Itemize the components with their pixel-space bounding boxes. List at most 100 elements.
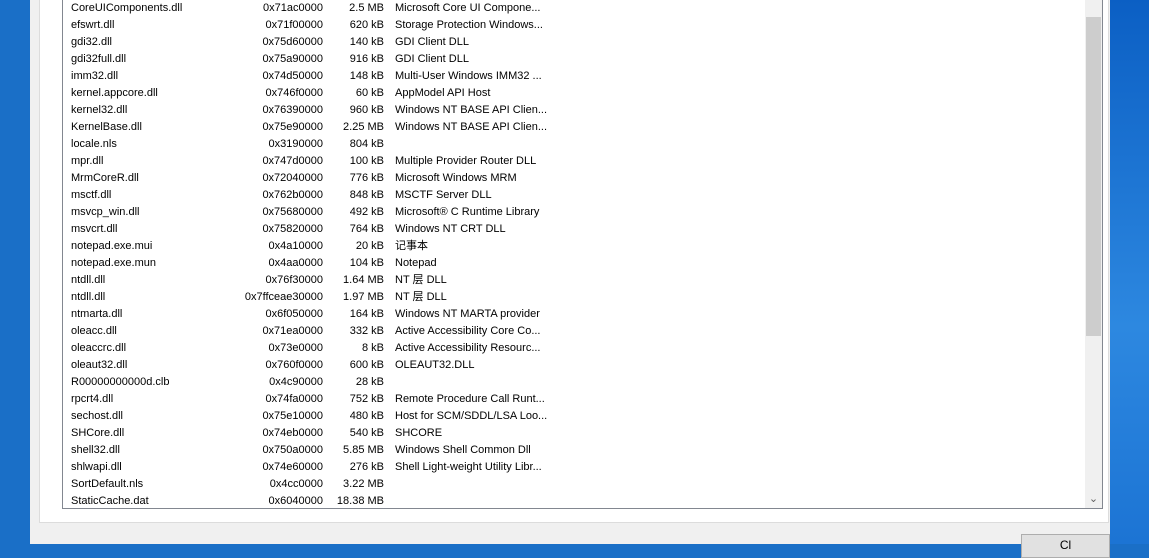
module-description: Windows NT BASE API Clien... (395, 104, 548, 116)
module-size: 140 kB (349, 36, 384, 48)
module-description: OLEAUT32.DLL (395, 359, 475, 371)
module-size: 1.64 MB (343, 274, 384, 286)
module-row[interactable]: msctf.dll 0x762b0000 848 kB MSCTF Server DL… (63, 187, 1085, 204)
module-base-address: 0x74e60000 (262, 461, 323, 473)
module-base-address: 0x4a10000 (268, 240, 323, 252)
module-base-address: 0x760f0000 (265, 359, 324, 371)
module-description: AppModel API Host (395, 87, 491, 99)
module-row[interactable]: rpcrt4.dll 0x74fa0000 752 kB Remote Procedu… (63, 391, 1085, 408)
module-description: MSCTF Server DLL (395, 189, 492, 201)
module-row[interactable]: imm32.dll 0x74d50000 148 kB Multi-User Wind… (63, 68, 1085, 85)
module-name: MrmCoreR.dll (71, 172, 139, 184)
module-size: 60 kB (355, 87, 384, 99)
module-row[interactable]: sechost.dll 0x75e10000 480 kB Host for SCM/… (63, 408, 1085, 425)
module-size: 600 kB (349, 359, 384, 371)
module-size: 3.22 MB (343, 478, 384, 490)
modules-window: CoreUIComponents.dll 0x71ac0000 2.5 MB Micr… (30, 0, 1110, 558)
module-row[interactable]: KernelBase.dll 0x75e90000 2.25 MB Windows N… (63, 119, 1085, 136)
module-description: Multiple Provider Router DLL (395, 155, 537, 167)
module-name: notepad.exe.mui (71, 240, 153, 252)
module-base-address: 0x6f050000 (265, 308, 324, 320)
module-row[interactable]: SortDefault.nls 0x4cc0000 3.22 MB (63, 476, 1085, 493)
module-row[interactable]: gdi32full.dll 0x75a90000 916 kB GDI Client … (63, 51, 1085, 68)
module-description: Microsoft Windows MRM (395, 172, 517, 184)
module-size: 20 kB (355, 240, 384, 252)
module-description: Active Accessibility Core Co... (395, 325, 541, 337)
module-description: Notepad (395, 257, 437, 269)
module-row[interactable]: ntmarta.dll 0x6f050000 164 kB Windows NT MA… (63, 306, 1085, 323)
modules-rows: CoreUIComponents.dll 0x71ac0000 2.5 MB Micr… (63, 0, 1085, 508)
module-size: 752 kB (349, 393, 384, 405)
module-size: 916 kB (349, 53, 384, 65)
module-size: 18.38 MB (336, 495, 384, 507)
module-base-address: 0x6040000 (268, 495, 323, 507)
module-row[interactable]: gdi32.dll 0x75d60000 140 kB GDI Client DLL (63, 34, 1085, 51)
modules-list[interactable]: CoreUIComponents.dll 0x71ac0000 2.5 MB Micr… (62, 0, 1103, 509)
module-description: Shell Light-weight Utility Libr... (395, 461, 542, 473)
module-size: 5.85 MB (343, 444, 384, 456)
module-row[interactable]: notepad.exe.mui 0x4a10000 20 kB 记事本 (63, 238, 1085, 255)
module-row[interactable]: R00000000000d.clb 0x4c90000 28 kB (63, 374, 1085, 391)
module-row[interactable]: locale.nls 0x3190000 804 kB (63, 136, 1085, 153)
module-description: Windows NT MARTA provider (395, 308, 540, 320)
module-base-address: 0x7ffceae30000 (244, 291, 323, 303)
module-row[interactable]: oleacc.dll 0x71ea0000 332 kB Active Accessi… (63, 323, 1085, 340)
module-name: SortDefault.nls (71, 478, 144, 490)
module-base-address: 0x75a90000 (262, 53, 323, 65)
module-description: Windows Shell Common Dll (395, 444, 531, 456)
module-size: 332 kB (349, 325, 384, 337)
module-row[interactable]: efswrt.dll 0x71f00000 620 kB Storage Protec… (63, 17, 1085, 34)
scrollbar-thumb[interactable] (1086, 17, 1101, 336)
module-name: notepad.exe.mun (71, 257, 157, 269)
module-base-address: 0x75820000 (262, 223, 323, 235)
module-base-address: 0x76f30000 (265, 274, 324, 286)
module-name: imm32.dll (71, 70, 119, 82)
module-row[interactable]: kernel32.dll 0x76390000 960 kB Windows NT B… (63, 102, 1085, 119)
module-row[interactable]: StaticCache.dat 0x6040000 18.38 MB (63, 493, 1085, 508)
module-name: efswrt.dll (71, 19, 115, 31)
module-name: kernel32.dll (71, 104, 128, 116)
module-row[interactable]: msvcp_win.dll 0x75680000 492 kB Microsoft® … (63, 204, 1085, 221)
module-base-address: 0x75e10000 (262, 410, 323, 422)
module-base-address: 0x71ea0000 (262, 325, 323, 337)
close-button[interactable]: Cl (1021, 534, 1110, 558)
module-base-address: 0x4cc0000 (269, 478, 323, 490)
module-size: 764 kB (349, 223, 384, 235)
module-row[interactable]: oleaut32.dll 0x760f0000 600 kB OLEAUT32.DLL (63, 357, 1085, 374)
module-name: StaticCache.dat (71, 495, 149, 507)
module-name: R00000000000d.clb (71, 376, 170, 388)
module-base-address: 0x747d0000 (262, 155, 323, 167)
module-base-address: 0x74eb0000 (262, 427, 323, 439)
module-name: KernelBase.dll (71, 121, 142, 133)
module-base-address: 0x72040000 (262, 172, 323, 184)
module-description: SHCORE (395, 427, 443, 439)
module-row[interactable]: SHCore.dll 0x74eb0000 540 kB SHCORE (63, 425, 1085, 442)
module-base-address: 0x74fa0000 (265, 393, 324, 405)
module-row[interactable]: mpr.dll 0x747d0000 100 kB Multiple Provider… (63, 153, 1085, 170)
module-name: shlwapi.dll (71, 461, 122, 473)
module-base-address: 0x4c90000 (269, 376, 323, 388)
scroll-down-icon[interactable]: ⌄ (1085, 491, 1102, 508)
module-description: Microsoft Core UI Compone... (395, 2, 541, 14)
modules-panel: CoreUIComponents.dll 0x71ac0000 2.5 MB Micr… (39, 0, 1109, 523)
module-row[interactable]: msvcrt.dll 0x75820000 764 kB Windows NT CRT… (63, 221, 1085, 238)
vertical-scrollbar[interactable]: ⌄ (1085, 0, 1102, 508)
module-row[interactable]: ntdll.dll 0x76f30000 1.64 MB NT 层 DLL (63, 272, 1085, 289)
module-row[interactable]: shell32.dll 0x750a0000 5.85 MB Windows Shel… (63, 442, 1085, 459)
module-name: shell32.dll (71, 444, 120, 456)
module-row[interactable]: oleaccrc.dll 0x73e0000 8 kB Active Accessib… (63, 340, 1085, 357)
module-row[interactable]: notepad.exe.mun 0x4aa0000 104 kB Notepad (63, 255, 1085, 272)
module-size: 776 kB (349, 172, 384, 184)
module-size: 540 kB (349, 427, 384, 439)
module-size: 276 kB (349, 461, 384, 473)
module-base-address: 0x4aa0000 (268, 257, 323, 269)
module-row[interactable]: MrmCoreR.dll 0x72040000 776 kB Microsoft Wi… (63, 170, 1085, 187)
module-name: gdi32.dll (71, 36, 112, 48)
module-row[interactable]: kernel.appcore.dll 0x746f0000 60 kB AppMode… (63, 85, 1085, 102)
module-row[interactable]: shlwapi.dll 0x74e60000 276 kB Shell Light-w… (63, 459, 1085, 476)
module-base-address: 0x75e90000 (262, 121, 323, 133)
module-row[interactable]: CoreUIComponents.dll 0x71ac0000 2.5 MB Micr… (63, 0, 1085, 17)
module-name: ntmarta.dll (71, 308, 123, 320)
module-description: Active Accessibility Resourc... (395, 342, 541, 354)
module-row[interactable]: ntdll.dll 0x7ffceae30000 1.97 MB NT 层 DLL (63, 289, 1085, 306)
